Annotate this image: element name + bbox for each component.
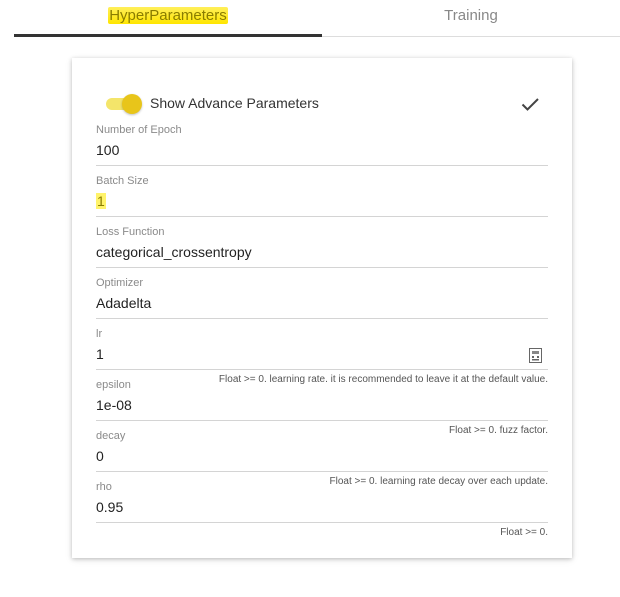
decay-label: decay [96, 430, 126, 442]
rho-input[interactable]: 0.95 [96, 499, 516, 515]
loss-function-select[interactable]: categorical_crossentropy [96, 244, 516, 260]
loss-function-field[interactable]: Loss Function categorical_crossentropy [96, 226, 548, 276]
advanced-parameters-row: Show Advance Parameters [104, 92, 548, 116]
hyperparameters-card: Show Advance Parameters Number of Epoch … [72, 58, 572, 558]
tab-hyperparameters-label: HyperParameters [108, 7, 228, 24]
calculator-icon[interactable] [529, 348, 542, 363]
batch-size-underline [96, 216, 548, 217]
epoch-label: Number of Epoch [96, 124, 182, 136]
epoch-field[interactable]: Number of Epoch 100 [96, 124, 548, 174]
check-icon[interactable] [518, 92, 542, 116]
epsilon-input[interactable]: 1e-08 [96, 397, 516, 413]
tab-training[interactable]: Training [322, 0, 620, 36]
epsilon-underline [96, 420, 548, 421]
epsilon-field[interactable]: epsilon 1e-08 [96, 379, 548, 429]
tab-bar: HyperParameters Training [0, 0, 620, 38]
optimizer-underline [96, 318, 548, 319]
tab-training-label: Training [444, 7, 498, 24]
rho-label: rho [96, 481, 112, 493]
optimizer-field[interactable]: Optimizer Adadelta [96, 277, 548, 327]
lr-field[interactable]: lr 1 [96, 328, 548, 378]
epsilon-label: epsilon [96, 379, 131, 391]
batch-size-value: 1 [96, 193, 106, 209]
lr-input[interactable]: 1 [96, 346, 516, 362]
active-tab-indicator [14, 34, 322, 37]
rho-underline [96, 522, 548, 523]
advanced-parameters-label: Show Advance Parameters [150, 95, 319, 111]
batch-size-input[interactable]: 1 [96, 193, 516, 209]
decay-field[interactable]: decay 0 [96, 430, 548, 480]
lr-label: lr [96, 328, 103, 340]
decay-input[interactable]: 0 [96, 448, 516, 464]
loss-function-label: Loss Function [96, 226, 165, 238]
lr-underline [96, 369, 548, 370]
decay-underline [96, 471, 548, 472]
batch-size-label: Batch Size [96, 175, 149, 187]
epoch-underline [96, 165, 548, 166]
rho-field[interactable]: rho 0.95 [96, 481, 548, 531]
loss-function-underline [96, 267, 548, 268]
optimizer-label: Optimizer [96, 277, 144, 289]
epoch-input[interactable]: 100 [96, 142, 516, 158]
toggle-knob [122, 94, 142, 114]
batch-size-field[interactable]: Batch Size 1 [96, 175, 548, 225]
optimizer-select[interactable]: Adadelta [96, 295, 516, 311]
rho-hint: Float >= 0. [500, 527, 548, 538]
tab-hyperparameters[interactable]: HyperParameters [14, 0, 322, 36]
advanced-parameters-toggle[interactable] [104, 94, 142, 114]
